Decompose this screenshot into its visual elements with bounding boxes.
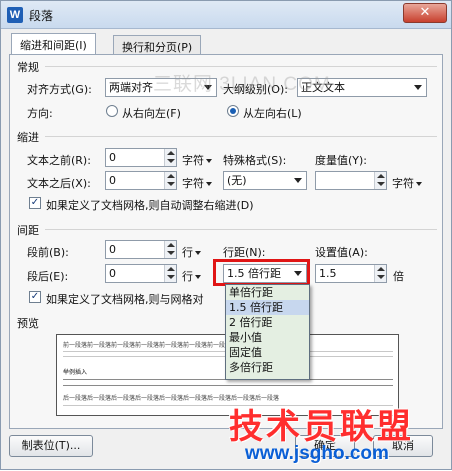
spin-buttons[interactable] [164, 241, 176, 258]
line-spacing-options: 单倍行距 1.5 倍行距 2 倍行距 最小值 固定值 多倍行距 [225, 284, 310, 380]
indent-grid-label: 如果定义了文档网格,则自动调整右缩进(D) [46, 199, 254, 212]
space-before-unit[interactable]: 行 [182, 244, 201, 260]
setting-value-input[interactable]: 1.5 [315, 264, 387, 283]
arrow-up-icon [377, 267, 385, 271]
special-format-select[interactable]: (无) [223, 171, 307, 190]
arrow-down-icon [377, 275, 385, 279]
section-divider [45, 66, 437, 67]
setting-value-unit: 倍 [393, 270, 404, 283]
special-format-value: (无) [227, 174, 247, 187]
chevron-down-icon [294, 178, 302, 183]
dialog-title: 段落 [29, 9, 54, 23]
paragraph-dialog: W 段落 ✕ 缩进和间距(I) 换行和分页(P) 常规 对齐方式(G): 两端对… [0, 0, 452, 470]
indent-after-value: 0 [109, 174, 116, 187]
tab-indent-spacing[interactable]: 缩进和间距(I) [11, 33, 96, 55]
line-spacing-option[interactable]: 最小值 [226, 330, 309, 345]
space-before-input[interactable]: 0 [105, 240, 177, 259]
arrow-down-icon [377, 182, 385, 186]
section-divider [45, 229, 437, 230]
space-after-label: 段后(E): [27, 270, 69, 283]
arrow-down-icon [167, 182, 175, 186]
indent-after-unit[interactable]: 字符 [182, 175, 212, 191]
space-after-unit[interactable]: 行 [182, 268, 201, 284]
arrow-up-icon [377, 174, 385, 178]
ltr-radio[interactable] [227, 105, 239, 117]
indent-before-unit[interactable]: 字符 [182, 152, 212, 168]
tab-line-page-breaks[interactable]: 换行和分页(P) [113, 35, 202, 55]
spacing-grid-label: 如果定义了文档网格,则与网格对 [46, 293, 204, 306]
chevron-down-icon [206, 159, 212, 163]
indent-before-label: 文本之前(R): [27, 154, 91, 167]
wps-app-icon: W [7, 7, 23, 23]
chevron-down-icon [206, 182, 212, 186]
direction-label: 方向: [27, 107, 53, 120]
section-spacing-title: 间距 [17, 224, 39, 237]
alignment-value: 两端对齐 [109, 81, 153, 94]
space-before-value: 0 [109, 243, 116, 256]
section-divider [45, 136, 437, 137]
spin-buttons[interactable] [374, 265, 386, 282]
space-after-unit-label: 行 [182, 270, 193, 283]
arrow-up-icon [167, 174, 175, 178]
measure-input[interactable] [315, 171, 387, 190]
preview-sample-text: 举例插入 [63, 369, 88, 376]
arrow-down-icon [167, 159, 175, 163]
indent-grid-checkbox[interactable]: ✓ [29, 197, 41, 209]
line-spacing-option[interactable]: 单倍行距 [226, 285, 309, 300]
section-general-title: 常规 [17, 61, 39, 74]
logo-watermark-text: 技术员联盟 [229, 407, 414, 447]
spin-buttons[interactable] [374, 172, 386, 189]
arrow-down-icon [167, 251, 175, 255]
preview-line [63, 385, 393, 386]
rtl-radio[interactable] [106, 105, 118, 117]
special-format-label: 特殊格式(S): [223, 154, 287, 167]
indent-after-unit-label: 字符 [182, 177, 204, 190]
title-bar: W 段落 ✕ [1, 1, 451, 29]
close-button[interactable]: ✕ [403, 3, 447, 23]
indent-before-unit-label: 字符 [182, 154, 204, 167]
chevron-down-icon [414, 85, 422, 90]
line-spacing-option[interactable]: 多倍行距 [226, 360, 309, 375]
line-spacing-label: 行距(N): [223, 246, 266, 259]
spacing-grid-checkbox[interactable]: ✓ [29, 291, 41, 303]
chevron-down-icon [416, 182, 422, 186]
setting-value-label: 设置值(A): [315, 246, 368, 259]
spin-buttons[interactable] [164, 265, 176, 282]
indent-after-label: 文本之后(X): [27, 177, 91, 190]
spin-buttons[interactable] [164, 149, 176, 166]
line-spacing-option[interactable]: 1.5 倍行距 [226, 300, 309, 315]
space-after-value: 0 [109, 267, 116, 280]
line-spacing-option[interactable]: 固定值 [226, 345, 309, 360]
indent-after-input[interactable]: 0 [105, 171, 177, 190]
line-spacing-highlight [213, 259, 310, 286]
section-preview-title: 预览 [17, 317, 39, 330]
arrow-down-icon [167, 275, 175, 279]
chevron-down-icon [195, 251, 201, 255]
logo-watermark-url: www.jsgho.com [245, 443, 389, 464]
space-after-input[interactable]: 0 [105, 264, 177, 283]
section-indent-title: 缩进 [17, 131, 39, 144]
arrow-up-icon [167, 243, 175, 247]
ltr-label: 从左向右(L) [243, 107, 302, 120]
indent-before-value: 0 [109, 151, 116, 164]
measure-unit[interactable]: 字符 [392, 175, 422, 191]
alignment-label: 对齐方式(G): [27, 83, 92, 96]
chevron-down-icon [195, 275, 201, 279]
logo-watermark: 技术员联盟 www.jsgho.com [221, 399, 451, 471]
site-watermark: 三联网 3LIAN.COM [153, 74, 331, 95]
indent-before-input[interactable]: 0 [105, 148, 177, 167]
rtl-label: 从右向左(F) [122, 107, 181, 120]
measure-label: 度量值(Y): [315, 154, 368, 167]
arrow-up-icon [167, 151, 175, 155]
arrow-up-icon [167, 267, 175, 271]
tab-stops-button[interactable]: 制表位(T)... [9, 435, 93, 457]
line-spacing-option[interactable]: 2 倍行距 [226, 315, 309, 330]
measure-unit-label: 字符 [392, 177, 414, 190]
setting-value: 1.5 [319, 267, 337, 280]
space-before-label: 段前(B): [27, 246, 69, 259]
spin-buttons[interactable] [164, 172, 176, 189]
space-before-unit-label: 行 [182, 246, 193, 259]
